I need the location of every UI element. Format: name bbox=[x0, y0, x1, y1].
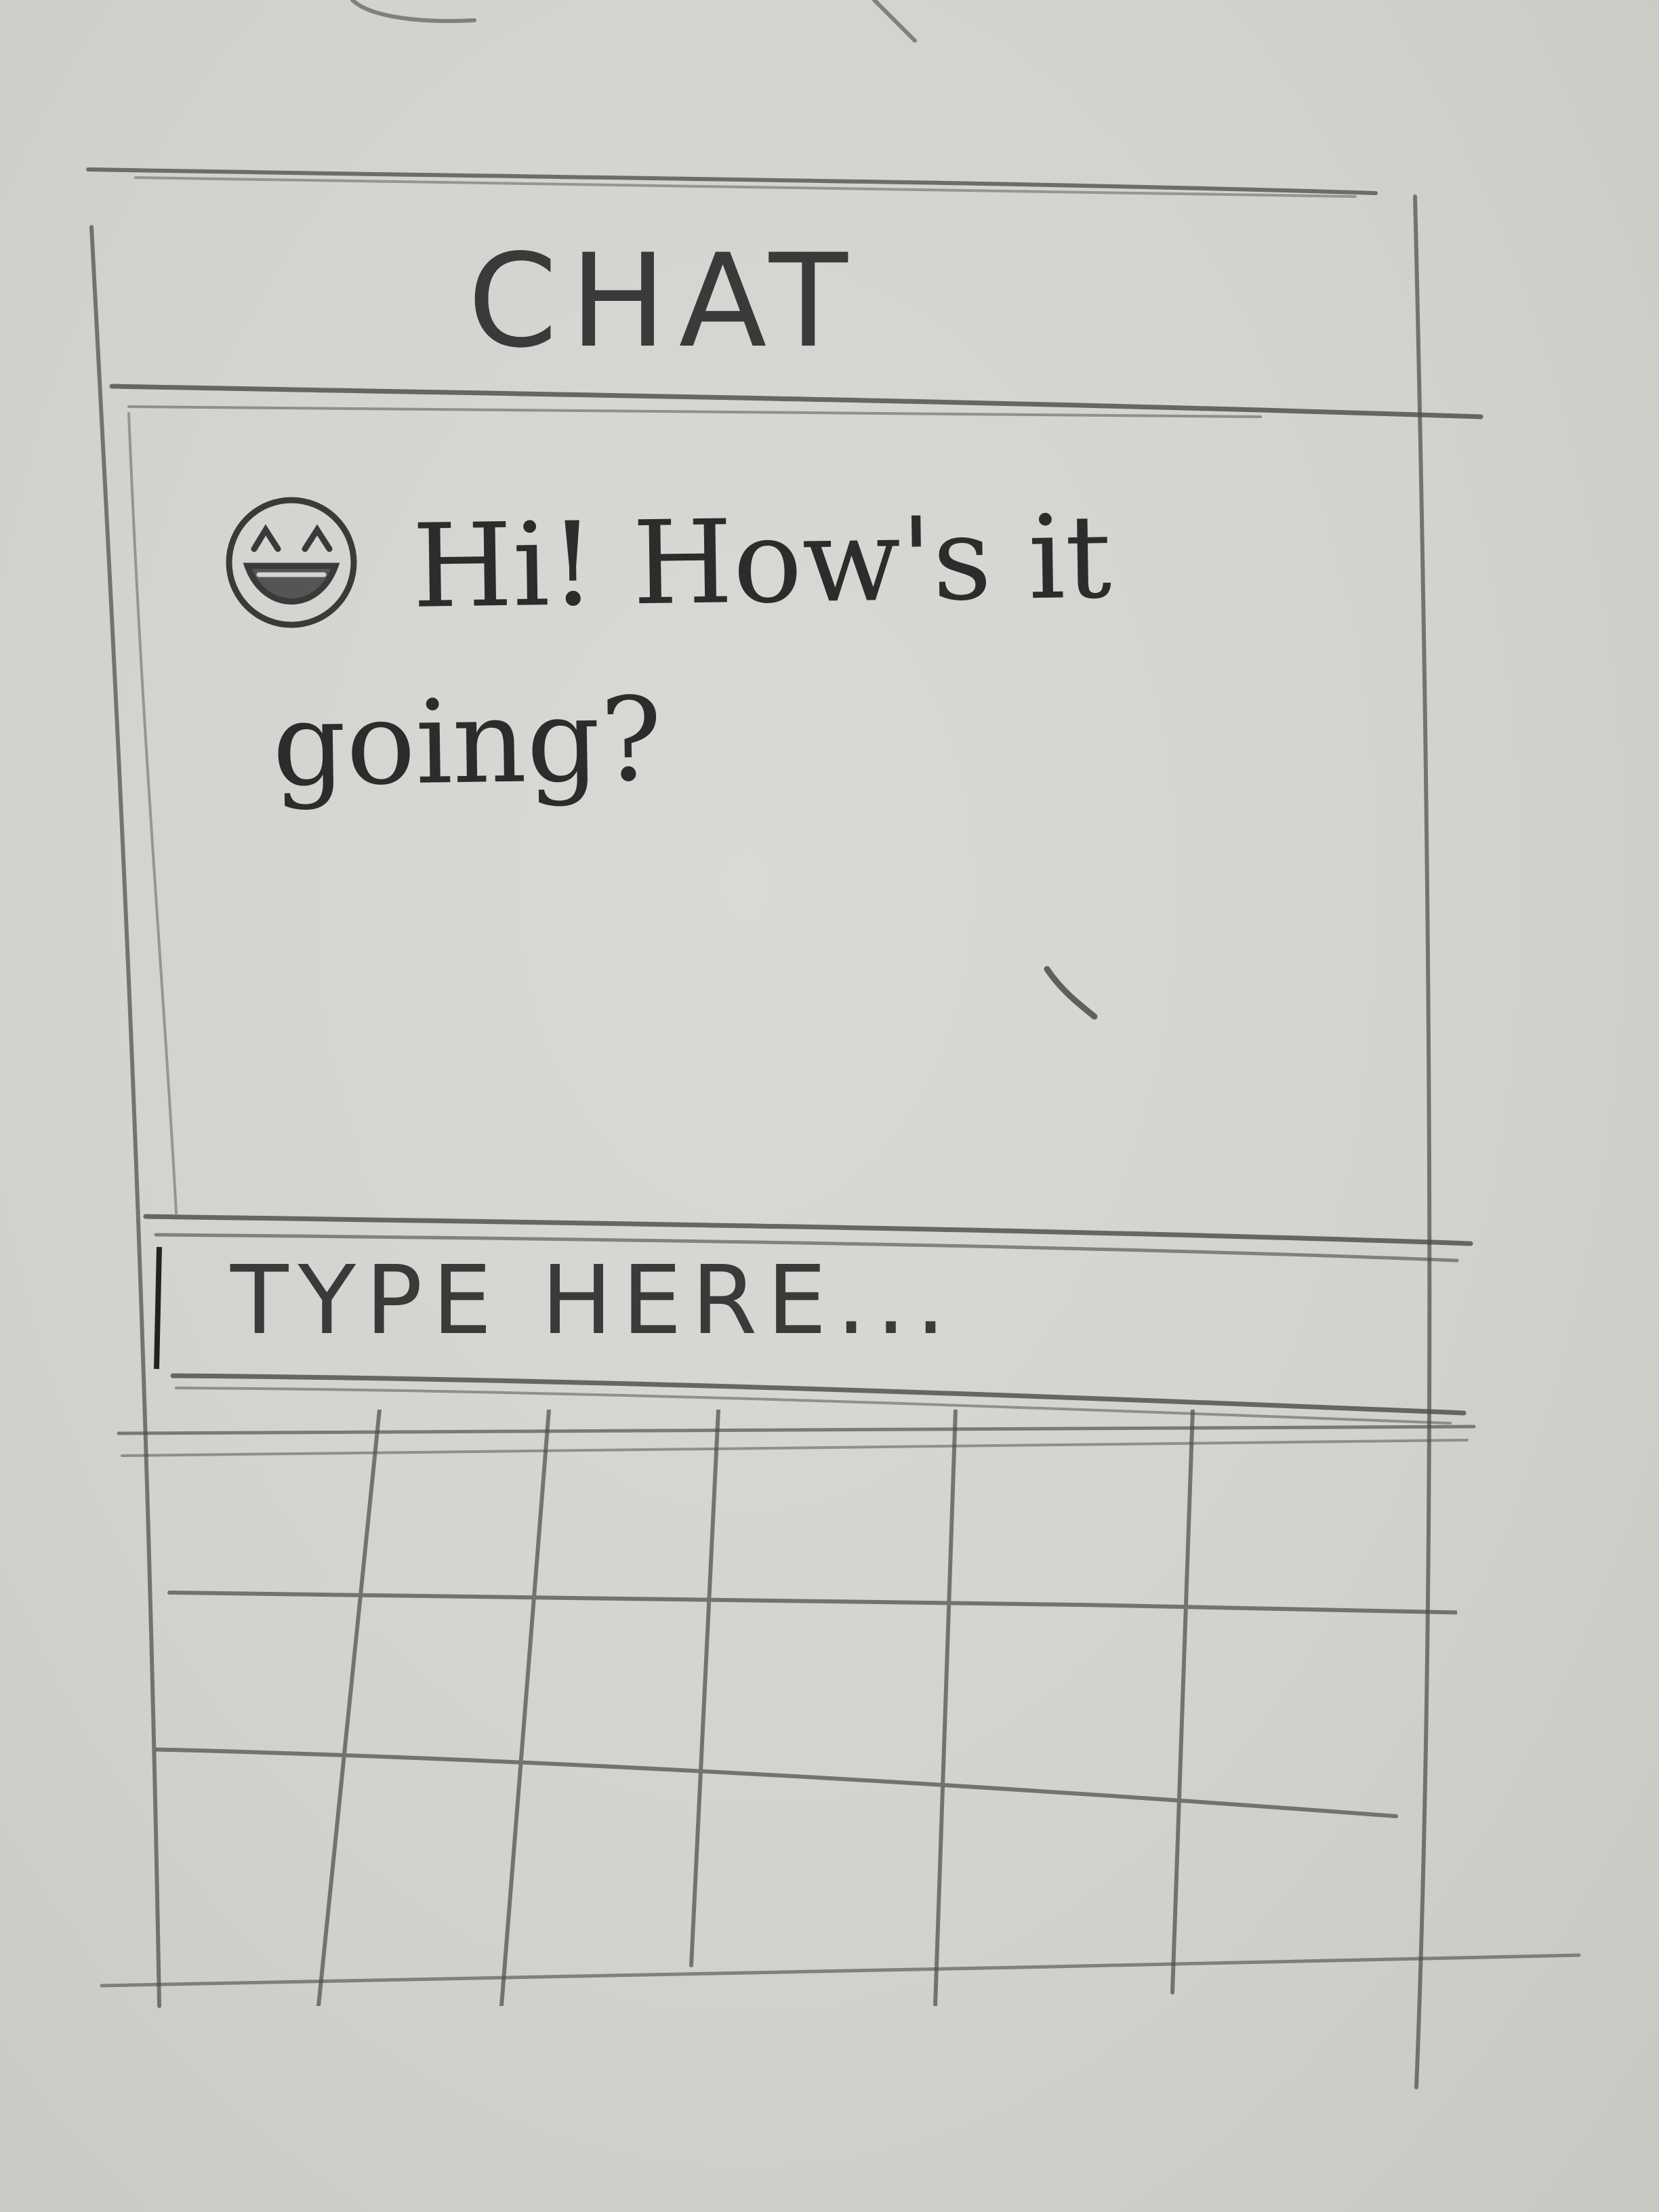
keyboard-key[interactable] bbox=[156, 1410, 352, 1594]
keyboard-key[interactable] bbox=[945, 1762, 1183, 2006]
keyboard-key[interactable] bbox=[352, 1762, 525, 2006]
keyboard-key[interactable] bbox=[525, 1410, 705, 1594]
input-placeholder: TYPE HERE... bbox=[230, 1246, 956, 1356]
message-input[interactable]: TYPE HERE... bbox=[154, 1233, 1471, 1369]
keyboard-key[interactable] bbox=[1183, 1762, 1457, 2006]
text-cursor-icon bbox=[154, 1246, 162, 1369]
on-screen-keyboard[interactable] bbox=[156, 1410, 1457, 2006]
keyboard-key[interactable] bbox=[525, 1762, 705, 2006]
keyboard-key[interactable] bbox=[525, 1594, 705, 1762]
keyboard-key[interactable] bbox=[156, 1594, 352, 1762]
keyboard-key[interactable] bbox=[352, 1410, 525, 1594]
keyboard-key[interactable] bbox=[945, 1410, 1183, 1594]
keyboard-key[interactable] bbox=[705, 1594, 945, 1762]
chat-message: Hi! How's it going? bbox=[203, 474, 1220, 854]
message-text: Hi! How's it going? bbox=[271, 490, 1113, 813]
keyboard-key[interactable] bbox=[1183, 1594, 1457, 1762]
keyboard-key[interactable] bbox=[705, 1410, 945, 1594]
keyboard-key[interactable] bbox=[1183, 1410, 1457, 1594]
keyboard-key[interactable] bbox=[156, 1762, 352, 2006]
keyboard-key[interactable] bbox=[705, 1762, 945, 2006]
keyboard-key[interactable] bbox=[945, 1594, 1183, 1762]
keyboard-key[interactable] bbox=[352, 1594, 525, 1762]
page-title: CHAT bbox=[468, 226, 860, 376]
